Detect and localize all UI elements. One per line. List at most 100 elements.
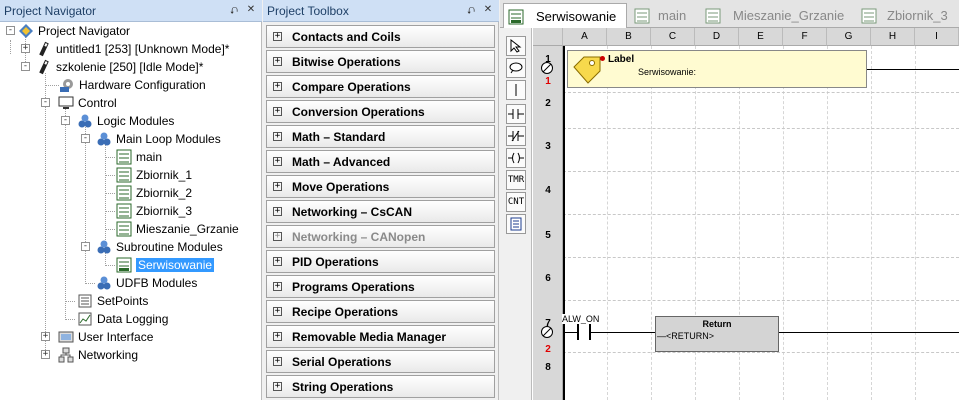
rung-number: 2 <box>545 98 551 109</box>
coil-tool[interactable] <box>506 148 526 168</box>
ladder-editor: Serwisowanie main Mieszanie_Grzanie Zbio… <box>500 0 959 400</box>
tree-item-logic-modules[interactable]: Logic Modules <box>77 112 174 130</box>
tree-item-data-logging[interactable]: Data Logging <box>77 310 168 328</box>
tree-item-udfb-modules[interactable]: UDFB Modules <box>96 274 197 292</box>
toolbox-compare-operations[interactable]: + Compare Operations <box>266 75 495 98</box>
left-power-rail <box>563 46 565 400</box>
pointer-tool[interactable] <box>506 36 526 56</box>
pin-icon[interactable]: ⮏ <box>228 4 240 21</box>
tree-item-hardware-configuration[interactable]: Hardware Configuration <box>59 76 206 94</box>
counter-tool[interactable]: CNT <box>506 192 526 212</box>
column-header: D <box>695 28 739 46</box>
return-block[interactable]: Return —<RETURN> <box>655 316 779 352</box>
toolbox-pid-operations[interactable]: + PID Operations <box>266 250 495 273</box>
collapse-toggle[interactable]: - <box>61 116 70 125</box>
monitor-icon <box>58 95 74 111</box>
rung-marker-icon <box>541 62 553 74</box>
column-header: G <box>827 28 871 46</box>
normally-open-contact[interactable] <box>577 324 591 340</box>
project-icon <box>18 23 34 39</box>
function-block-tool[interactable] <box>506 214 526 234</box>
expand-icon: + <box>273 231 282 241</box>
close-icon[interactable]: ✕ <box>482 4 494 15</box>
toolbox-bitwise-operations[interactable]: + Bitwise Operations <box>266 50 495 73</box>
tree-item-szkolenie[interactable]: szkolenie [250] [Idle Mode]* <box>36 58 203 76</box>
rung-number: 6 <box>545 273 551 284</box>
expand-toggle[interactable]: + <box>41 350 50 359</box>
rung-number: 8 <box>545 362 551 373</box>
tree-item-subroutine-modules[interactable]: Subroutine Modules <box>96 238 223 256</box>
toolbox-math-advanced[interactable]: + Math – Advanced <box>266 150 495 173</box>
tab-serwisowanie[interactable]: Serwisowanie <box>503 3 627 29</box>
tree-item-user-interface[interactable]: User Interface <box>58 328 153 346</box>
return-block-text: —<RETURN> <box>657 331 715 341</box>
tree-item-main[interactable]: main <box>116 148 162 166</box>
contact-label: ALW_ON <box>562 314 600 324</box>
collapse-toggle[interactable]: - <box>41 98 50 107</box>
toolbox-recipe-operations[interactable]: + Recipe Operations <box>266 300 495 323</box>
close-icon[interactable]: ✕ <box>245 4 257 15</box>
toolbox-contacts-and-coils[interactable]: + Contacts and Coils <box>266 25 495 48</box>
toolbox-networking-canopen[interactable]: + Networking – CANopen <box>266 225 495 248</box>
toolbox-conversion-operations[interactable]: + Conversion Operations <box>266 100 495 123</box>
collapse-toggle[interactable]: - <box>6 26 15 35</box>
pin-icon[interactable]: ⮏ <box>465 4 477 21</box>
tree-item-zbiornik-2[interactable]: Zbiornik_2 <box>116 184 192 202</box>
tree-item-mieszanie-grzanie[interactable]: Mieszanie_Grzanie <box>116 220 239 238</box>
collapse-toggle[interactable]: - <box>81 242 90 251</box>
toolbox-removable-media-manager[interactable]: + Removable Media Manager <box>266 325 495 348</box>
tree-item-networking[interactable]: Networking <box>58 346 138 364</box>
toolbox-programs-operations[interactable]: + Programs Operations <box>266 275 495 298</box>
label-block[interactable]: Label Serwisowanie: <box>567 50 867 88</box>
wire-tool[interactable] <box>506 80 526 100</box>
toolbox-serial-operations[interactable]: + Serial Operations <box>266 350 495 373</box>
toolbox-title: Project Toolbox <box>267 3 349 18</box>
tree-item-control[interactable]: Control <box>58 94 117 112</box>
tree-item-zbiornik-3[interactable]: Zbiornik_3 <box>116 202 192 220</box>
ladder-program-icon <box>861 8 877 24</box>
toolbox-math-standard[interactable]: + Math – Standard <box>266 125 495 148</box>
comment-tool[interactable] <box>506 58 526 78</box>
expand-icon: + <box>273 31 282 41</box>
tab-zbiornik-3[interactable]: Zbiornik_3 <box>857 3 959 28</box>
rung-number: 3 <box>545 141 551 152</box>
toolbox-string-operations[interactable]: + String Operations <box>266 375 495 398</box>
controller-icon <box>36 59 52 75</box>
expand-icon: + <box>273 206 282 216</box>
modules-icon <box>96 131 112 147</box>
expand-icon: + <box>273 181 282 191</box>
expand-icon: + <box>273 281 282 291</box>
column-header: H <box>871 28 915 46</box>
tree-item-serwisowanie[interactable]: Serwisowanie <box>116 256 215 274</box>
toolbox-move-operations[interactable]: + Move Operations <box>266 175 495 198</box>
label-tag-icon <box>573 56 601 84</box>
toolbox-networking-cscan[interactable]: + Networking – CsCAN <box>266 200 495 223</box>
tree-item-main-loop-modules[interactable]: Main Loop Modules <box>96 130 221 148</box>
ladder-program-icon <box>634 8 650 24</box>
hardware-icon <box>59 77 75 93</box>
collapse-toggle[interactable]: - <box>81 134 90 143</box>
expand-toggle[interactable]: + <box>41 332 50 341</box>
project-toolbox-panel: Project Toolbox ⮏ ✕ + Contacts and Coils … <box>263 0 499 400</box>
nc-contact-tool[interactable] <box>506 126 526 146</box>
collapse-toggle[interactable]: - <box>21 62 30 71</box>
tree-item-untitled1[interactable]: untitled1 [253] [Unknown Mode]* <box>36 40 229 58</box>
column-header: I <box>915 28 959 46</box>
expand-icon: + <box>273 81 282 91</box>
ladder-grid[interactable]: A B C D E F G H I 1 2 3 4 5 6 7 8 1 Labe… <box>533 28 959 400</box>
tab-main[interactable]: main <box>630 3 698 28</box>
ladder-program-icon <box>705 8 721 24</box>
tree-item-setpoints[interactable]: SetPoints <box>77 292 148 310</box>
tree-item-zbiornik-1[interactable]: Zbiornik_1 <box>116 166 192 184</box>
expand-icon: + <box>273 331 282 341</box>
toolbox-title-bar: Project Toolbox <box>263 0 499 22</box>
user-interface-icon <box>58 329 74 345</box>
project-navigator-panel: Project Navigator ⮏ ✕ - Project Navigato… <box>0 0 262 400</box>
subroutine-program-icon <box>116 257 132 273</box>
timer-tool[interactable]: TMR <box>506 170 526 190</box>
no-contact-tool[interactable] <box>506 104 526 124</box>
tab-mieszanie-grzanie[interactable]: Mieszanie_Grzanie <box>701 3 851 28</box>
tree-item-project-navigator[interactable]: Project Navigator <box>18 22 130 40</box>
rung-number: 4 <box>545 185 551 196</box>
expand-toggle[interactable]: + <box>21 44 30 53</box>
